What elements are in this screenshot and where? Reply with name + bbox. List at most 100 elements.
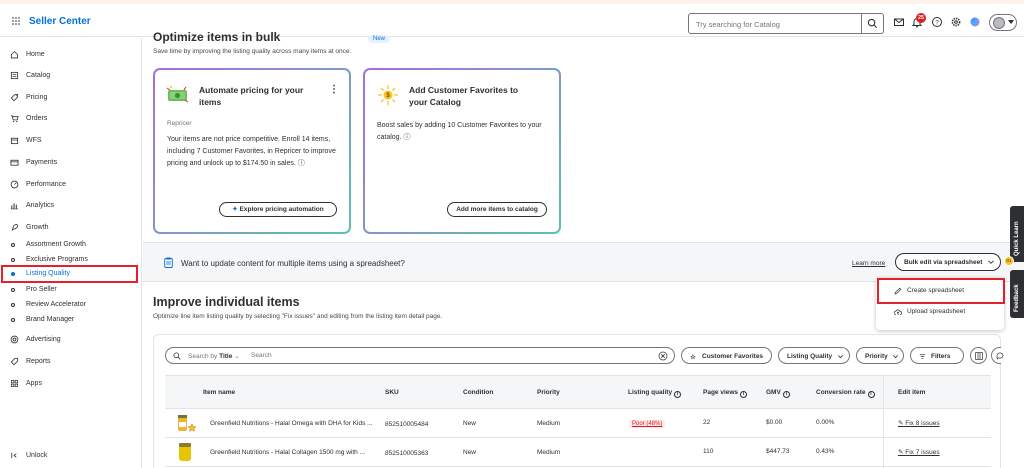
item-condition: New xyxy=(463,420,477,427)
box-icon xyxy=(10,137,19,145)
sidebar-item-advertising[interactable]: Advertising xyxy=(0,333,142,347)
info-icon[interactable]: i xyxy=(867,391,875,398)
bulk-edit-spreadsheet-button[interactable]: Bulk edit via spreadsheet xyxy=(895,253,1001,271)
sidebar-item-catalog[interactable]: Catalog xyxy=(0,69,142,83)
item-priority: Medium xyxy=(537,449,561,456)
item-sku: 852510005363 xyxy=(385,450,429,457)
customer-favorites-card: $ Add Customer Favorites to your Catalog… xyxy=(363,68,561,234)
bulk-edit-dropdown-menu: Create spreadsheet Upload spreadsheet xyxy=(876,278,1005,330)
clear-search-icon[interactable] xyxy=(658,351,668,361)
explore-pricing-automation-button[interactable]: ✦ Explore pricing automation xyxy=(219,202,337,217)
sidebar-subitem-pro-seller[interactable]: Pro Seller xyxy=(0,283,142,297)
fix-issues-link[interactable]: ✎ Fix 7 issues xyxy=(898,448,940,456)
sidebar-item-label: Growth xyxy=(26,224,49,231)
item-name[interactable]: Greenfield Nutritions - Halal Omega with… xyxy=(210,420,373,427)
spreadsheet-banner: Want to update content for multiple item… xyxy=(143,242,1024,282)
settings-gear-icon[interactable] xyxy=(950,16,962,28)
info-icon[interactable]: i xyxy=(740,391,748,398)
chevron-down-icon xyxy=(988,260,994,264)
brand-logo[interactable]: Seller Center xyxy=(29,16,91,27)
rocket-icon xyxy=(11,223,19,231)
star-icon: ☆ xyxy=(690,354,696,361)
sidebar-item-label: Apps xyxy=(26,380,42,387)
sidebar-item-orders[interactable]: Orders xyxy=(0,112,142,126)
chevron-down-icon xyxy=(838,355,843,359)
sidebar-subitem-label: Exclusive Programs xyxy=(26,256,88,263)
gauge-icon xyxy=(10,180,19,189)
info-icon[interactable]: i xyxy=(782,391,790,398)
assistant-orb-icon[interactable] xyxy=(969,16,981,28)
search-by-selector[interactable]: Search by Title ⌄ xyxy=(188,352,240,360)
price-tag-illustration-icon xyxy=(166,86,189,103)
bullet-dot xyxy=(11,318,15,322)
item-conversion-rate: 0.43% xyxy=(816,448,835,455)
sidebar-subitem-review-accelerator[interactable]: Review Accelerator xyxy=(0,298,142,312)
chip-label: Listing Quality xyxy=(787,353,833,360)
sidebar-item-reports[interactable]: Reports xyxy=(0,355,142,369)
filters-button[interactable]: Filters xyxy=(910,347,964,364)
learn-more-link[interactable]: Learn more xyxy=(852,260,885,267)
quick-learn-tab[interactable]: Quick Learn xyxy=(1010,206,1024,262)
comment-button[interactable] xyxy=(991,347,1004,364)
table-row[interactable]: Greenfield Nutritions - Halal Collagen 1… xyxy=(165,439,991,467)
help-icon[interactable]: ? xyxy=(931,16,943,28)
search-icon[interactable] xyxy=(867,18,878,29)
svg-text:?: ? xyxy=(935,20,939,26)
sidebar-item-label: Performance xyxy=(26,181,67,188)
highlight-box xyxy=(877,278,1005,304)
column-header: Condition xyxy=(463,389,494,396)
sidebar-subitem-label: Pro Seller xyxy=(26,286,57,293)
customer-favorites-chip[interactable]: ☆ Customer Favorites xyxy=(681,347,772,364)
add-more-items-button[interactable]: Add more items to catalog xyxy=(447,202,547,217)
sidebar-item-home[interactable]: Home xyxy=(0,48,142,62)
chip-label: Priority xyxy=(865,353,888,360)
more-options-icon[interactable]: ⋮ xyxy=(329,84,339,95)
fix-issues-link[interactable]: ✎ Fix 8 issues xyxy=(898,419,940,427)
bulk-section-subtitle: Save time by improving the listing quali… xyxy=(153,48,352,55)
upload-spreadsheet-menu-item[interactable]: Upload spreadsheet xyxy=(876,303,1004,321)
mail-icon[interactable] xyxy=(893,16,905,28)
product-thumbnail xyxy=(179,443,191,461)
sidebar-subitem-brand-manager[interactable]: Brand Manager xyxy=(0,313,142,327)
account-menu-button[interactable] xyxy=(989,14,1017,31)
priority-filter-chip[interactable]: Priority xyxy=(856,347,904,364)
pencil-icon: ✎ xyxy=(898,420,904,427)
sidebar-item-apps[interactable]: Apps xyxy=(0,377,142,391)
card-icon xyxy=(10,159,19,166)
listing-quality-filter-chip[interactable]: Listing Quality xyxy=(778,347,850,364)
sidebar-item-performance[interactable]: Performance xyxy=(0,178,142,192)
table-row[interactable]: Greenfield Nutritions - Halal Omega with… xyxy=(165,410,991,438)
sidebar-item-growth[interactable]: Growth xyxy=(0,221,142,235)
item-name[interactable]: Greenfield Nutritions - Halal Collagen 1… xyxy=(210,449,365,456)
card-title: Add Customer Favorites to your Catalog xyxy=(409,85,519,107)
sidebar-subitem-label: Review Accelerator xyxy=(26,301,86,308)
sidebar-item-analytics[interactable]: Analytics xyxy=(0,199,142,213)
item-search-input[interactable]: Search by Title ⌄ Search xyxy=(165,347,675,364)
chip-label: Customer Favorites xyxy=(702,353,764,360)
sidebar-item-pricing[interactable]: Pricing xyxy=(0,91,142,105)
card-title: Automate pricing for your items xyxy=(199,85,304,107)
sidebar-item-wfs[interactable]: WFS xyxy=(0,134,142,148)
item-gmv: $0.00 xyxy=(766,419,783,426)
sidebar-unlock-toggle[interactable]: Unlock xyxy=(0,449,142,463)
filter-lines-icon xyxy=(919,354,926,359)
card-category: Repricer xyxy=(167,120,192,127)
sidebar-item-label: Orders xyxy=(26,115,48,122)
sidebar-subitem-assortment-growth[interactable]: Assortment Growth xyxy=(0,238,142,252)
columns-toggle-button[interactable] xyxy=(970,347,987,364)
sidebar-item-label: Home xyxy=(26,51,45,58)
info-icon[interactable]: i xyxy=(674,391,682,398)
feedback-tab[interactable]: Feedback xyxy=(1010,270,1024,318)
table-header: Item name SKU Condition Priority Listing… xyxy=(165,375,991,468)
sidebar-item-label: Advertising xyxy=(26,336,61,343)
listing-quality-badge[interactable]: Poor (48%) xyxy=(629,420,666,428)
unlock-collapse-icon xyxy=(11,452,17,459)
megaphone-icon xyxy=(10,335,19,344)
sidebar-item-label: Payments xyxy=(26,159,58,166)
global-search-input[interactable]: Try searching for Catalog xyxy=(688,13,884,34)
catalog-icon xyxy=(10,71,19,80)
column-header: Page views i xyxy=(703,389,748,398)
item-page-views: 22 xyxy=(703,419,711,426)
sidebar-item-payments[interactable]: Payments xyxy=(0,156,142,170)
app-grid-icon[interactable] xyxy=(12,17,20,25)
